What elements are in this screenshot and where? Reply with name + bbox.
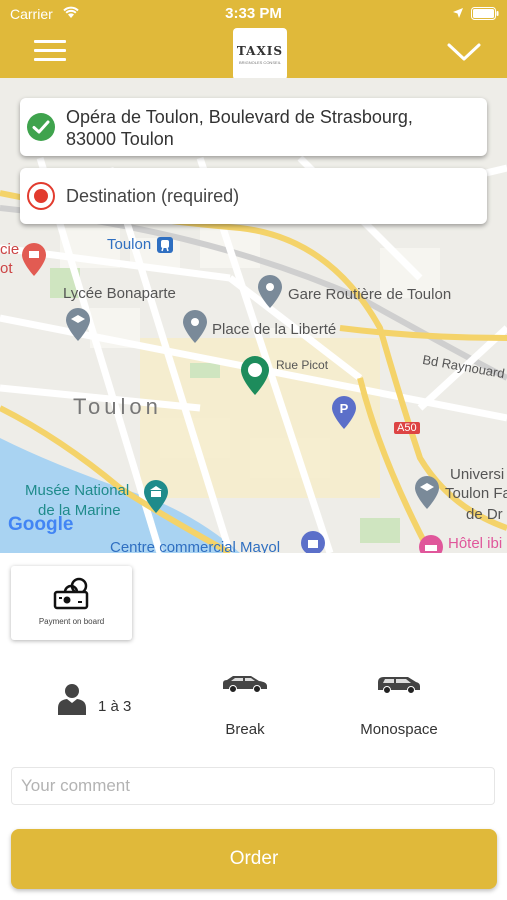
comment-input[interactable] [11,767,495,805]
place-pin-icon [258,275,282,308]
location-arrow-icon [453,8,463,18]
check-icon [27,113,55,141]
map-label-city: Toulon [73,394,162,419]
menu-button[interactable] [34,40,66,64]
shopping-pin-icon [301,531,325,553]
passenger-count[interactable]: 1 à 3 [98,698,131,715]
parking-pin-icon: P [332,396,356,429]
chevron-down-icon[interactable] [446,40,482,64]
school-pin-icon [415,476,439,509]
map-label-place: Place de la Liberté [212,321,337,338]
battery-icon [471,7,499,20]
destination-map-pin-icon [241,356,269,395]
break-label[interactable]: Break [208,721,282,738]
destination-placeholder: Destination (required) [66,186,240,206]
minivan-icon[interactable] [376,674,422,695]
nav-bar: TAXIS BRIGNOLES CONSEIL [0,28,507,80]
place-pin-icon [183,310,207,343]
menu-icon-bar [34,58,66,61]
map-view[interactable]: Opéra de Toulon, Boulevard de Strasbourg… [0,78,507,553]
map-label-univ-3: de Dr [466,506,503,523]
map-label-hotel: Hôtel ibi [448,535,503,552]
pickup-address-text: Opéra de Toulon, Boulevard de Strasbourg… [66,107,413,149]
map-label-left-2: ot [0,260,13,277]
menu-icon-bar [34,49,66,52]
museum-pin-icon [144,480,168,513]
map-label-toulon-station: Toulon [107,236,152,253]
sedan-car-icon[interactable] [221,674,269,694]
destination-field[interactable]: Destination (required) [20,168,487,224]
map-label-lycee: Lycée Bonaparte [63,285,176,302]
map-label-rue-picot: Rue Picot [276,358,329,372]
map-label-gare: Gare Routière de Toulon [288,286,452,303]
pickup-address-field[interactable]: Opéra de Toulon, Boulevard de Strasbourg… [20,98,487,156]
logo-subtitle: BRIGNOLES CONSEIL [238,60,281,65]
app-logo: TAXIS BRIGNOLES CONSEIL [233,28,287,80]
cash-payment-icon [53,577,89,610]
map-label-left-1: cie [0,241,20,258]
monospace-label[interactable]: Monospace [349,721,449,738]
map-label-musee-1: Musée National [25,482,130,499]
order-button[interactable]: Order [11,829,497,889]
person-icon [58,684,86,715]
google-logo: Google [8,514,74,535]
map-label-centre: Centre commercial Mayol [110,539,281,553]
map-label-univ-2: Toulon Fa [445,485,507,502]
school-pin-icon [66,308,90,341]
status-bar: Carrier 3:33 PM [0,0,507,28]
hotel-pin-icon [419,535,443,553]
svg-text:P: P [340,401,349,416]
payment-on-board-card[interactable]: Payment on board [11,566,132,640]
destination-radio-icon [27,182,55,210]
train-station-icon [157,237,173,253]
logo-title: TAXIS [236,44,284,58]
map-label-a50: A50 [394,422,420,434]
payment-on-board-label: Payment on board [38,617,105,626]
map-label-univ-1: Universi [450,466,505,483]
clock-time: 3:33 PM [225,5,282,22]
restaurant-pin-icon [22,243,46,276]
menu-icon-bar [34,40,66,43]
